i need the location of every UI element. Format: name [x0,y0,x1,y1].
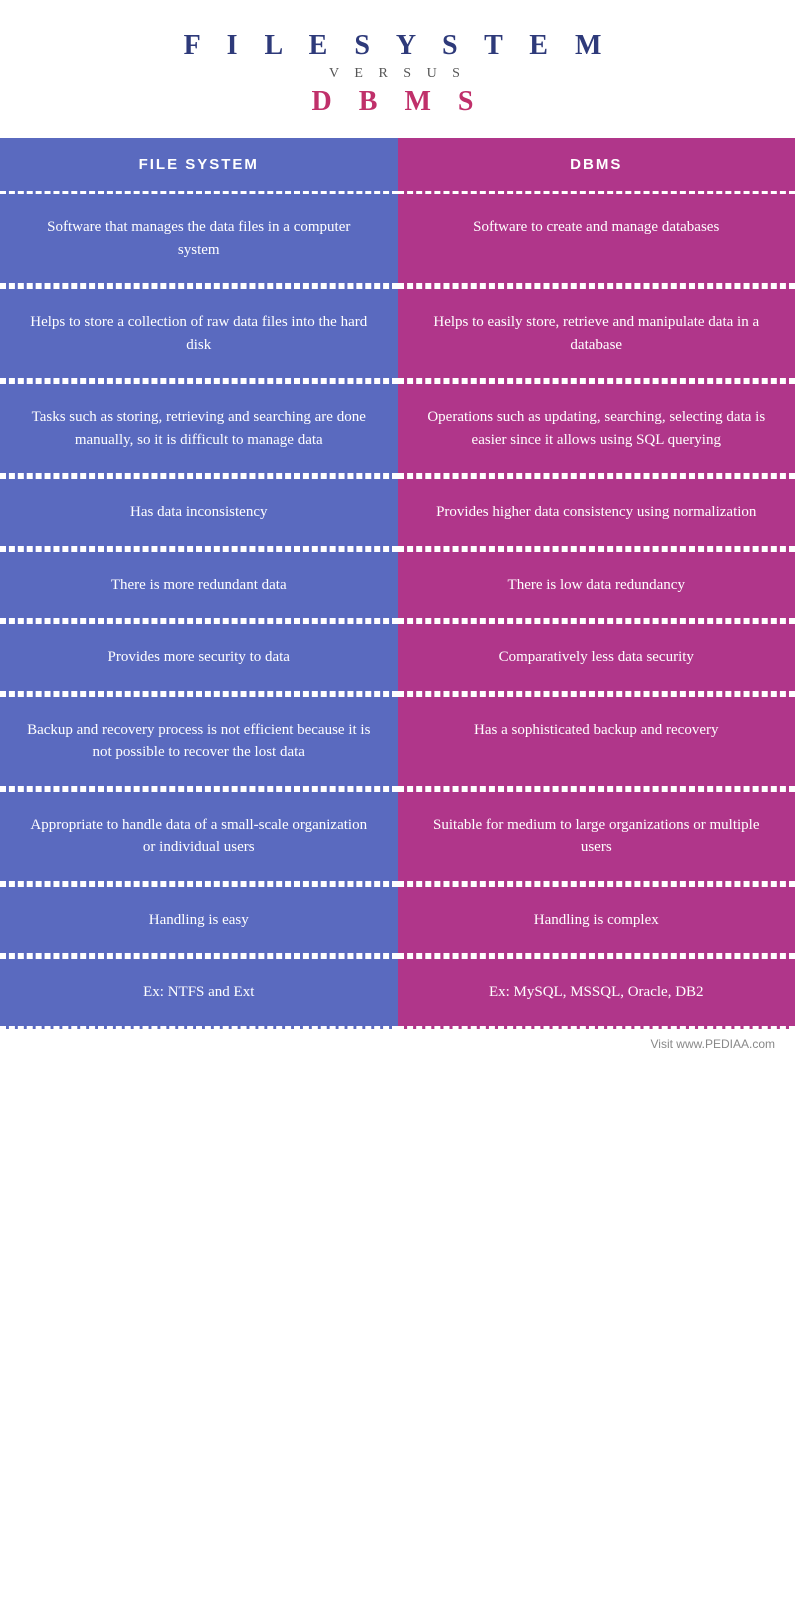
comparison-table: FILE SYSTEM DBMS Software that manages t… [0,138,795,1029]
table-row: Helps to store a collection of raw data … [0,286,795,381]
dbms-cell: There is low data redundancy [398,549,795,622]
table-row: Handling is easyHandling is complex [0,884,795,957]
fs-cell: Helps to store a collection of raw data … [0,286,398,381]
fs-cell: Backup and recovery process is not effic… [0,694,398,789]
fs-cell: Software that manages the data files in … [0,191,398,286]
dbms-cell: Helps to easily store, retrieve and mani… [398,286,795,381]
table-row: Backup and recovery process is not effic… [0,694,795,789]
column-headers: FILE SYSTEM DBMS [0,138,795,191]
fs-column-header: FILE SYSTEM [0,138,398,191]
dbms-cell: Ex: MySQL, MSSQL, Oracle, DB2 [398,956,795,1029]
table-row: There is more redundant dataThere is low… [0,549,795,622]
title-filesystem: F I L E S Y S T E M [20,30,775,62]
dbms-cell: Comparatively less data security [398,621,795,694]
fs-cell: There is more redundant data [0,549,398,622]
dbms-cell: Operations such as updating, searching, … [398,381,795,476]
fs-cell: Appropriate to handle data of a small-sc… [0,789,398,884]
table-row: Provides more security to dataComparativ… [0,621,795,694]
table-row: Appropriate to handle data of a small-sc… [0,789,795,884]
dbms-cell: Suitable for medium to large organizatio… [398,789,795,884]
fs-cell: Ex: NTFS and Ext [0,956,398,1029]
dbms-column-header: DBMS [398,138,795,191]
title-dbms: D B M S [20,86,775,118]
fs-cell: Tasks such as storing, retrieving and se… [0,381,398,476]
dbms-cell: Has a sophisticated backup and recovery [398,694,795,789]
table-row: Software that manages the data files in … [0,191,795,286]
table-row: Tasks such as storing, retrieving and se… [0,381,795,476]
dbms-cell: Handling is complex [398,884,795,957]
fs-cell: Handling is easy [0,884,398,957]
fs-cell: Provides more security to data [0,621,398,694]
fs-cell: Has data inconsistency [0,476,398,549]
table-row: Has data inconsistencyProvides higher da… [0,476,795,549]
dbms-cell: Provides higher data consistency using n… [398,476,795,549]
rows-container: Software that manages the data files in … [0,191,795,1029]
table-row: Ex: NTFS and ExtEx: MySQL, MSSQL, Oracle… [0,956,795,1029]
header: F I L E S Y S T E M V E R S U S D B M S [0,0,795,138]
footer-note: Visit www.PEDIAA.com [0,1029,795,1061]
dbms-cell: Software to create and manage databases [398,191,795,286]
title-versus: V E R S U S [20,66,775,82]
